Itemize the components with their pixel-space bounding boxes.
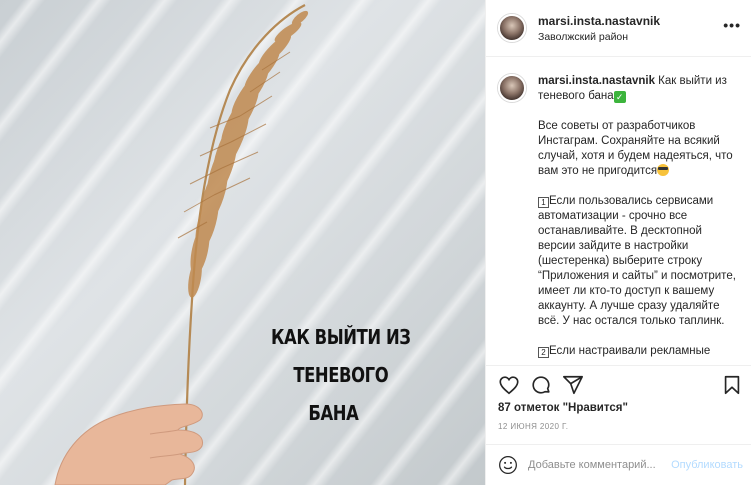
share-icon[interactable] <box>562 374 584 396</box>
instagram-post: КАК ВЫЙТИ ИЗ ТЕНЕВОГО БАНА marsi.insta.n… <box>0 0 751 485</box>
emoji-smile-icon[interactable] <box>498 455 518 475</box>
comment-paragraph-1: Все советы от разработчиков Инстаграм. С… <box>538 120 736 177</box>
post-date[interactable]: 12 июня 2020 г. <box>498 422 568 431</box>
caption-line-2: БАНА <box>308 401 359 425</box>
comments-section[interactable]: marsi.insta.nastavnik Как выйти из тенев… <box>486 58 751 364</box>
post-side-panel: marsi.insta.nastavnik Заволжский район •… <box>485 0 751 485</box>
sunglasses-emoji-icon <box>657 164 670 176</box>
author-avatar[interactable] <box>498 14 526 42</box>
author-info: marsi.insta.nastavnik Заволжский район <box>538 14 660 43</box>
add-comment-input[interactable] <box>528 459 668 471</box>
comment-text: marsi.insta.nastavnik Как выйти из тенев… <box>538 74 738 359</box>
photo-caption: КАК ВЫЙТИ ИЗ ТЕНЕВОГО БАНА <box>226 318 456 432</box>
caption-line-1: КАК ВЫЙТИ ИЗ ТЕНЕВОГО <box>271 325 411 387</box>
keycap-1-icon: 1 <box>538 197 549 208</box>
post-actions-bar <box>486 365 751 403</box>
author-username[interactable]: marsi.insta.nastavnik <box>538 14 660 28</box>
add-comment-bar: Опубликовать <box>486 444 751 485</box>
publish-button[interactable]: Опубликовать <box>671 459 743 471</box>
caption-comment: marsi.insta.nastavnik Как выйти из тенев… <box>498 74 739 359</box>
post-photo[interactable]: КАК ВЫЙТИ ИЗ ТЕНЕВОГО БАНА <box>0 0 485 485</box>
comment-author-avatar[interactable] <box>498 74 526 102</box>
bookmark-icon[interactable] <box>721 374 743 396</box>
comment-username[interactable]: marsi.insta.nastavnik <box>538 75 655 87</box>
heart-icon[interactable] <box>498 374 520 396</box>
keycap-2-icon: 2 <box>538 347 549 358</box>
check-mark-icon: ✓ <box>613 91 626 103</box>
likes-count[interactable]: 87 отметок "Нравится" <box>498 402 628 414</box>
comment-icon[interactable] <box>530 374 552 396</box>
post-location[interactable]: Заволжский район <box>538 31 660 43</box>
comment-paragraph-3: Если настраивали рекламные <box>549 345 711 357</box>
post-header: marsi.insta.nastavnik Заволжский район •… <box>486 0 751 57</box>
comment-paragraph-2: Если пользовались сервисами автоматизаци… <box>538 195 740 327</box>
more-options-icon[interactable]: ••• <box>723 18 741 32</box>
